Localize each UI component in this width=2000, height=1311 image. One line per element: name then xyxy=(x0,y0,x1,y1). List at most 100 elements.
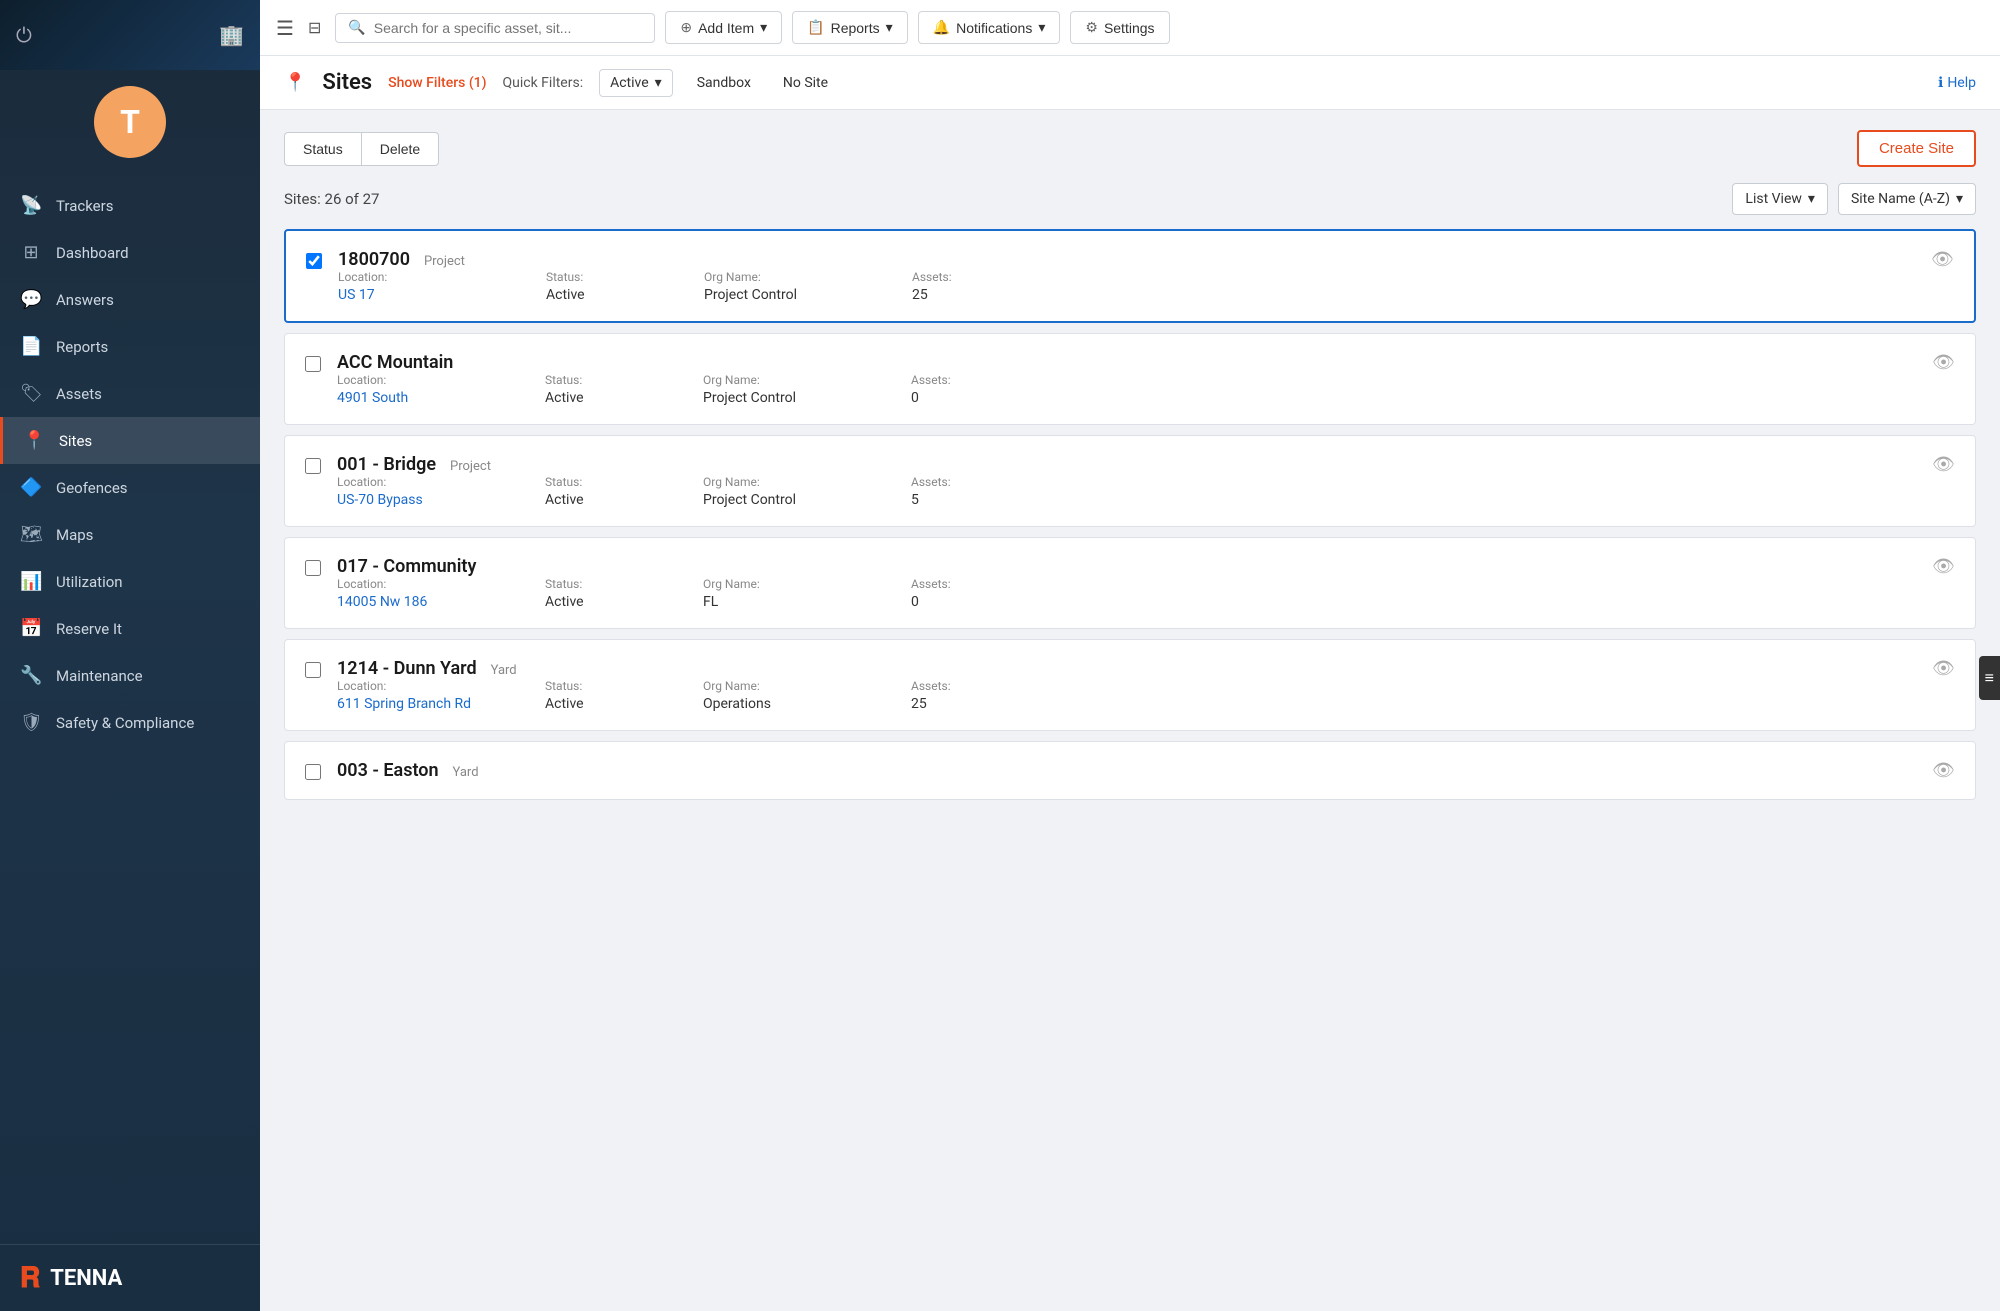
page-title: Sites xyxy=(322,70,372,95)
site-card-1800700: 1800700 Project 👁 Location: US 17 Status… xyxy=(284,229,1976,323)
reports-icon: 📋 xyxy=(807,19,824,36)
location-field: Location: 4901 South xyxy=(337,373,537,406)
sidebar-item-safety-compliance[interactable]: 🛡 Safety & Compliance xyxy=(0,699,260,746)
sidebar-nav: 📡 Trackers ⊞ Dashboard 💬 Answers 📄 Repor… xyxy=(0,174,260,1244)
nav-icon-maps: 🗺 xyxy=(20,524,42,545)
assets-field: Assets: 0 xyxy=(911,577,1031,610)
site-tag: Project xyxy=(450,459,491,474)
nav-label-maps: Maps xyxy=(56,526,93,544)
status-field: Status: Active xyxy=(545,577,695,610)
nav-icon-answers: 💬 xyxy=(20,289,42,310)
site-card-acc-mountain: ACC Mountain 👁 Location: 4901 South Stat… xyxy=(284,333,1976,425)
eye-icon[interactable]: 👁 xyxy=(1932,760,1955,781)
sidebar-item-geofences[interactable]: 🔷 Geofences xyxy=(0,464,260,511)
sliders-icon[interactable]: ⊟ xyxy=(308,18,321,37)
sidebar-item-maintenance[interactable]: 🔧 Maintenance xyxy=(0,652,260,699)
chevron-down-icon: ▾ xyxy=(886,19,893,36)
site-card-1214-dunn-yard: 1214 - Dunn Yard Yard 👁 Location: 611 Sp… xyxy=(284,639,1976,731)
site-checkbox[interactable] xyxy=(306,253,322,269)
sites-count: Sites: 26 of 27 xyxy=(284,190,379,208)
sidebar-item-reserve-it[interactable]: 📅 Reserve It xyxy=(0,605,260,652)
sidebar-item-assets[interactable]: 🏷 Assets xyxy=(0,370,260,417)
nav-icon-assets: 🏷 xyxy=(20,383,42,404)
sidebar-item-trackers[interactable]: 📡 Trackers xyxy=(0,182,260,229)
site-card-title-area: 1214 - Dunn Yard Yard xyxy=(337,658,1955,679)
top-nav: ☰ ⊟ 🔍 ⊕ Add Item ▾ 📋 Reports ▾ 🔔 Notific… xyxy=(260,0,2000,56)
site-checkbox[interactable] xyxy=(305,662,321,678)
org-name-field: Org Name: Project Control xyxy=(703,373,903,406)
search-box[interactable]: 🔍 xyxy=(335,13,655,43)
site-name: 001 - Bridge xyxy=(337,454,436,475)
sidebar: ⏻ 🏢 T 📡 Trackers ⊞ Dashboard 💬 Answers 📄… xyxy=(0,0,260,1311)
nav-icon-utilization: 📊 xyxy=(20,571,42,592)
nav-label-sites: Sites xyxy=(59,432,92,450)
org-name-field: Org Name: Project Control xyxy=(703,475,903,508)
sidebar-top-icons: ⏻ xyxy=(16,23,32,47)
hamburger-icon[interactable]: ☰ xyxy=(276,16,294,40)
site-name: ACC Mountain xyxy=(337,352,453,373)
sort-dropdown[interactable]: Site Name (A-Z) ▾ xyxy=(1838,183,1976,215)
reports-button[interactable]: 📋 Reports ▾ xyxy=(792,11,908,44)
sidebar-item-utilization[interactable]: 📊 Utilization xyxy=(0,558,260,605)
create-site-button[interactable]: Create Site xyxy=(1857,130,1976,167)
site-card-title-area: 001 - Bridge Project xyxy=(337,454,1955,475)
eye-icon[interactable]: 👁 xyxy=(1932,556,1955,577)
site-tag: Yard xyxy=(453,765,479,780)
site-checkbox[interactable] xyxy=(305,764,321,780)
sidebar-item-answers[interactable]: 💬 Answers xyxy=(0,276,260,323)
location-field: Location: US 17 xyxy=(338,270,538,303)
sidebar-item-sites[interactable]: 📍 Sites xyxy=(0,417,260,464)
view-controls: List View ▾ Site Name (A-Z) ▾ xyxy=(1732,183,1976,215)
eye-icon[interactable]: 👁 xyxy=(1932,454,1955,475)
site-tag: Yard xyxy=(491,663,517,678)
nav-icon-trackers: 📡 xyxy=(20,195,42,216)
sidebar-item-dashboard[interactable]: ⊞ Dashboard xyxy=(0,229,260,276)
help-button[interactable]: ℹ Help xyxy=(1938,75,1976,91)
nav-icon-dashboard: ⊞ xyxy=(20,242,42,263)
eye-icon[interactable]: 👁 xyxy=(1931,249,1954,270)
power-icon[interactable]: ⏻ xyxy=(16,23,32,47)
toolbar-left: Status Delete xyxy=(284,132,439,166)
assets-field: Assets: 25 xyxy=(912,270,1032,303)
location-pin-icon: 📍 xyxy=(284,72,306,93)
help-icon: ℹ xyxy=(1938,75,1943,91)
site-name: 1800700 xyxy=(338,249,410,270)
nav-label-geofences: Geofences xyxy=(56,479,128,497)
site-checkbox[interactable] xyxy=(305,560,321,576)
nav-label-safety-compliance: Safety & Compliance xyxy=(56,714,194,732)
site-card-fields: Location: 611 Spring Branch Rd Status: A… xyxy=(337,679,1955,712)
quick-filters-label: Quick Filters: xyxy=(503,75,584,91)
eye-icon[interactable]: 👁 xyxy=(1932,658,1955,679)
list-view-dropdown[interactable]: List View ▾ xyxy=(1732,183,1828,215)
no-site-button[interactable]: No Site xyxy=(775,71,836,95)
search-input[interactable] xyxy=(374,20,643,36)
main-content: ☰ ⊟ 🔍 ⊕ Add Item ▾ 📋 Reports ▾ 🔔 Notific… xyxy=(260,0,2000,1311)
site-tag: Project xyxy=(424,254,465,269)
chevron-down-icon: ▾ xyxy=(1956,191,1963,207)
sandbox-button[interactable]: Sandbox xyxy=(689,71,759,95)
chevron-down-icon: ▾ xyxy=(760,19,767,36)
site-checkbox[interactable] xyxy=(305,356,321,372)
site-card-fields: Location: 14005 Nw 186 Status: Active Or… xyxy=(337,577,1955,610)
sidebar-footer: 𝐑 TENNA xyxy=(0,1244,260,1311)
side-panel-toggle[interactable]: ≡ xyxy=(1979,656,2000,700)
status-field: Status: Active xyxy=(545,373,695,406)
location-field: Location: 611 Spring Branch Rd xyxy=(337,679,537,712)
nav-icon-geofences: 🔷 xyxy=(20,477,42,498)
org-name-field: Org Name: Project Control xyxy=(704,270,904,303)
show-filters-button[interactable]: Show Filters (1) xyxy=(388,75,486,91)
nav-icon-reports: 📄 xyxy=(20,336,42,357)
notifications-button[interactable]: 🔔 Notifications ▾ xyxy=(918,11,1061,44)
eye-icon[interactable]: 👁 xyxy=(1932,352,1955,373)
add-item-button[interactable]: ⊕ Add Item ▾ xyxy=(665,11,782,44)
status-button[interactable]: Status xyxy=(284,132,362,166)
site-checkbox[interactable] xyxy=(305,458,321,474)
tenna-logo: 𝐑 TENNA xyxy=(20,1261,240,1295)
sidebar-item-maps[interactable]: 🗺 Maps xyxy=(0,511,260,558)
building-icon[interactable]: 🏢 xyxy=(219,23,244,47)
delete-button[interactable]: Delete xyxy=(362,132,439,166)
sidebar-item-reports[interactable]: 📄 Reports xyxy=(0,323,260,370)
status-field: Status: Active xyxy=(545,679,695,712)
settings-button[interactable]: ⚙ Settings xyxy=(1070,11,1169,44)
active-filter-dropdown[interactable]: Active ▾ xyxy=(599,69,673,97)
